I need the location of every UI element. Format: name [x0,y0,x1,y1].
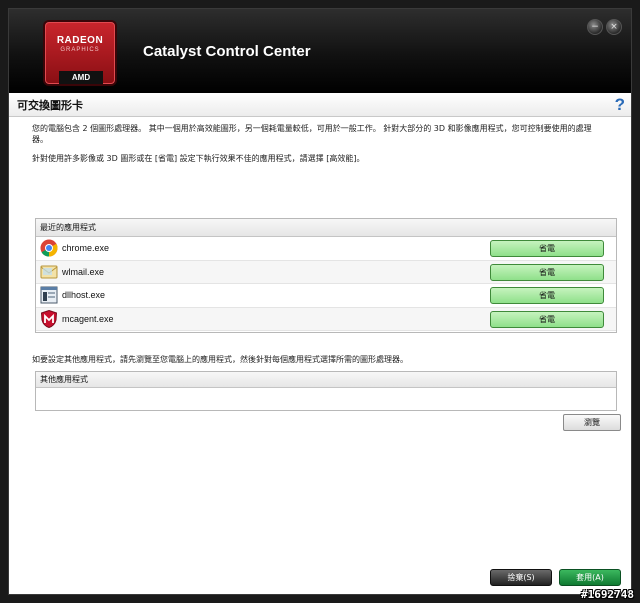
power-mode-button[interactable]: 省電 [490,240,604,257]
recent-apps-panel: 最近的應用程式 chrome.exe 省電 wlmail.exe 省電 dllh… [35,218,617,333]
apply-button[interactable]: 套用(A) [559,569,621,586]
app-title: Catalyst Control Center [143,43,311,60]
minimize-button[interactable]: − [587,19,603,35]
other-apps-panel: 其他應用程式 [35,371,617,411]
close-button[interactable]: × [606,19,622,35]
logo-radeon-text: RADEON [56,35,104,46]
power-mode-button[interactable]: 省電 [490,263,604,281]
page-title: 可交換圖形卡 [17,99,83,112]
power-mode-button[interactable]: 省電 [490,287,604,304]
page-header: 可交換圖形卡 ? [9,93,631,117]
other-apps-header: 其他應用程式 [36,372,616,388]
browse-button[interactable]: 瀏覽 [563,414,621,431]
app-row-chrome: chrome.exe 省電 [36,237,616,261]
description-para-2: 針對使用許多影像或 3D 圖形或在 [省電] 設定下執行效果不佳的應用程式，請選… [32,154,365,163]
dllhost-icon [40,286,58,304]
app-row-dllhost: dllhost.exe 省電 [36,284,616,308]
app-name: wlmail.exe [62,266,105,277]
app-row-wlmail: wlmail.exe 省電 [36,260,616,284]
recent-apps-header: 最近的應用程式 [36,219,616,237]
other-apps-instructions: 如要設定其他應用程式，請先瀏覽至您電腦上的應用程式，然後針對每個應用程式選擇所需… [32,355,408,364]
logo-graphics-text: GRAPHICS [60,47,100,53]
logo-amd-text: AMD [59,71,103,84]
app-row-mcagent: mcagent.exe 省電 [36,307,616,331]
description-line-2: 器。 [32,135,48,144]
description-line-1: 您的電腦包含 2 個圖形處理器。 其中一個用於高效能圖形，另一個耗電量較低，可用… [32,124,592,133]
app-name: chrome.exe [62,243,110,253]
radeon-logo: RADEON GRAPHICS AMD [45,22,115,84]
mcafee-icon [40,309,58,328]
ccc-window: RADEON GRAPHICS AMD Catalyst Control Cen… [8,8,632,595]
app-name: dllhost.exe [62,290,106,300]
title-bar: RADEON GRAPHICS AMD Catalyst Control Cen… [9,9,631,93]
chrome-icon [40,239,58,257]
watermark-id: #1692748 [581,588,634,601]
discard-button[interactable]: 捨棄(S) [490,569,552,586]
windows-live-mail-icon [40,265,58,278]
help-icon[interactable]: ? [615,95,625,115]
app-name: mcagent.exe [62,313,114,324]
power-mode-button[interactable]: 省電 [490,310,604,328]
